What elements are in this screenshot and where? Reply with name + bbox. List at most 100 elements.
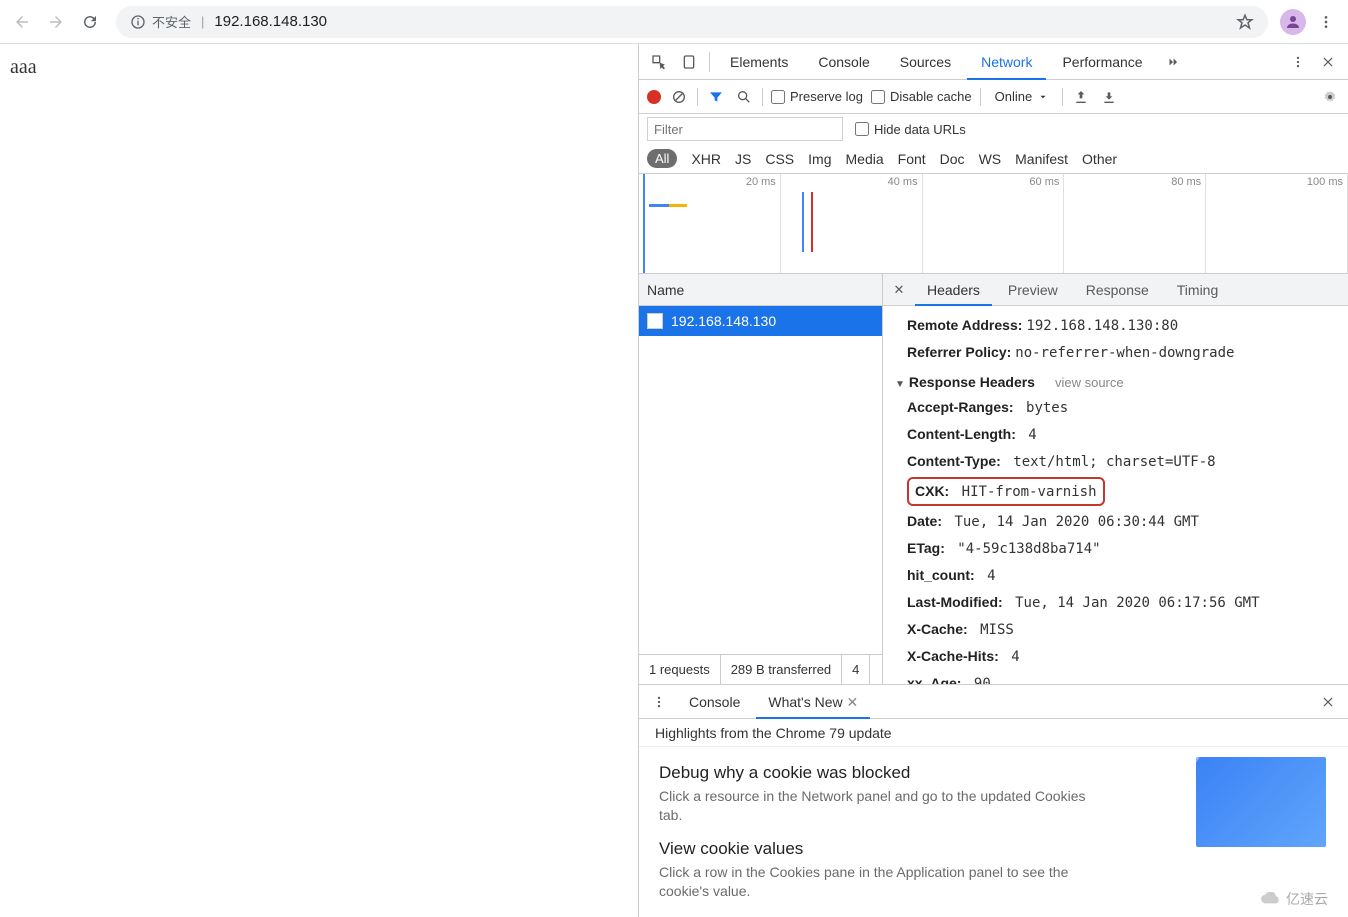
throttle-select[interactable]: Online <box>989 89 1055 104</box>
import-har[interactable] <box>1071 87 1091 107</box>
tab-preview[interactable]: Preview <box>996 274 1070 306</box>
devtools-menu[interactable] <box>1284 48 1312 76</box>
name-column-header[interactable]: Name <box>639 274 882 306</box>
star-icon[interactable] <box>1236 13 1254 31</box>
separator: | <box>201 14 204 29</box>
drawer-tabbar: Console What's New ✕ <box>639 685 1348 719</box>
chevron-down-icon <box>1038 92 1048 102</box>
devtools-close[interactable] <box>1314 48 1342 76</box>
browser-menu-button[interactable] <box>1312 8 1340 36</box>
filter-manifest[interactable]: Manifest <box>1015 151 1068 167</box>
browser-toolbar: 不安全 | 192.168.148.130 <box>0 0 1348 44</box>
reload-icon <box>81 13 99 31</box>
tab-response[interactable]: Response <box>1074 274 1161 306</box>
info-icon <box>130 14 146 30</box>
header-row: X-Cache-Hits: 4 <box>907 645 1338 668</box>
kebab-icon <box>652 695 666 709</box>
download-icon <box>1101 89 1117 105</box>
network-timeline[interactable]: 20 ms 40 ms 60 ms 80 ms 100 ms <box>639 174 1348 274</box>
view-source-link[interactable]: view source <box>1055 375 1124 390</box>
disable-cache-checkbox[interactable]: Disable cache <box>871 89 972 104</box>
inspect-icon <box>651 54 667 70</box>
profile-avatar[interactable] <box>1280 9 1306 35</box>
tab-headers[interactable]: Headers <box>915 274 992 306</box>
preserve-log-checkbox[interactable]: Preserve log <box>771 89 863 104</box>
kebab-icon <box>1291 55 1305 69</box>
hide-data-urls-checkbox[interactable]: Hide data URLs <box>855 122 966 137</box>
filter-other[interactable]: Other <box>1082 151 1117 167</box>
drawer-tab-console[interactable]: Console <box>677 685 752 719</box>
filter-input[interactable] <box>647 117 843 141</box>
device-button[interactable] <box>675 48 703 76</box>
tabs-overflow[interactable] <box>1159 48 1187 76</box>
reload-button[interactable] <box>76 8 104 36</box>
tab-network[interactable]: Network <box>967 44 1046 80</box>
drawer-menu[interactable] <box>645 688 673 716</box>
close-detail[interactable]: ✕ <box>887 282 911 298</box>
record-button[interactable] <box>647 90 661 104</box>
arrow-right-icon <box>47 13 65 31</box>
export-har[interactable] <box>1099 87 1119 107</box>
header-row: ETag: "4-59c138d8ba714" <box>907 537 1338 560</box>
clear-icon <box>671 89 687 105</box>
security-label: 不安全 <box>152 12 191 31</box>
gear-icon <box>1322 89 1338 105</box>
page-content: aaa <box>0 44 638 917</box>
address-bar[interactable]: 不安全 | 192.168.148.130 <box>116 6 1268 38</box>
avatar-icon <box>1284 13 1302 31</box>
filter-all[interactable]: All <box>647 149 677 168</box>
url-text: 192.168.148.130 <box>214 13 327 30</box>
page-text: aaa <box>10 56 37 78</box>
filter-img[interactable]: Img <box>808 151 831 167</box>
devtools-drawer: Console What's New ✕ Highlights from the… <box>639 684 1348 917</box>
inspect-button[interactable] <box>645 48 673 76</box>
header-row: CXK: HIT-from-varnish <box>907 477 1338 506</box>
type-filter-bar: All XHR JS CSS Img Media Font Doc WS Man… <box>639 144 1348 174</box>
close-icon <box>1321 695 1335 709</box>
kebab-icon <box>1318 14 1334 30</box>
detail-tabbar: ✕ Headers Preview Response Timing <box>883 274 1348 306</box>
chevron-double-right-icon <box>1166 55 1180 69</box>
tab-sources[interactable]: Sources <box>886 44 965 80</box>
cloud-icon <box>1260 892 1282 906</box>
header-row: Last-Modified: Tue, 14 Jan 2020 06:17:56… <box>907 591 1338 614</box>
whats-new-item-desc: Click a resource in the Network panel an… <box>659 787 1099 825</box>
filter-doc[interactable]: Doc <box>940 151 965 167</box>
filter-xhr[interactable]: XHR <box>691 151 721 167</box>
filter-font[interactable]: Font <box>898 151 926 167</box>
headers-body[interactable]: Remote Address:192.168.148.130:80 Referr… <box>883 306 1348 684</box>
filter-js[interactable]: JS <box>735 151 751 167</box>
search-icon <box>736 89 752 105</box>
request-row[interactable]: 192.168.148.130 <box>639 306 882 336</box>
watermark: 亿速云 <box>1260 889 1328 909</box>
request-name: 192.168.148.130 <box>671 313 776 329</box>
network-settings[interactable] <box>1320 87 1340 107</box>
drawer-tab-whats-new[interactable]: What's New ✕ <box>756 685 870 719</box>
forward-button[interactable] <box>42 8 70 36</box>
filter-toggle[interactable] <box>706 87 726 107</box>
drawer-content[interactable]: Debug why a cookie was blocked Click a r… <box>639 747 1348 917</box>
request-detail: ✕ Headers Preview Response Timing Remote… <box>883 274 1348 684</box>
tab-timing[interactable]: Timing <box>1165 274 1231 306</box>
drawer-close[interactable] <box>1314 688 1342 716</box>
arrow-left-icon <box>13 13 31 31</box>
clear-button[interactable] <box>669 87 689 107</box>
response-headers-section[interactable]: Response Headersview source <box>895 374 1338 390</box>
filter-ws[interactable]: WS <box>979 151 1002 167</box>
site-info[interactable]: 不安全 <box>130 12 191 31</box>
filter-css[interactable]: CSS <box>765 151 794 167</box>
search-button[interactable] <box>734 87 754 107</box>
header-row: Accept-Ranges: bytes <box>907 396 1338 419</box>
close-icon <box>1321 55 1335 69</box>
filter-media[interactable]: Media <box>846 151 884 167</box>
header-row: X-Cache: MISS <box>907 618 1338 641</box>
request-footer: 1 requests 289 B transferred 4 <box>639 654 882 684</box>
close-icon[interactable]: ✕ <box>847 694 859 710</box>
whats-new-item-title: Debug why a cookie was blocked <box>659 763 1099 783</box>
tab-elements[interactable]: Elements <box>716 44 802 80</box>
back-button[interactable] <box>8 8 36 36</box>
tab-performance[interactable]: Performance <box>1048 44 1156 80</box>
tab-console[interactable]: Console <box>804 44 883 80</box>
header-row: Content-Type: text/html; charset=UTF-8 <box>907 450 1338 473</box>
network-controls: Preserve log Disable cache Online <box>639 80 1348 114</box>
